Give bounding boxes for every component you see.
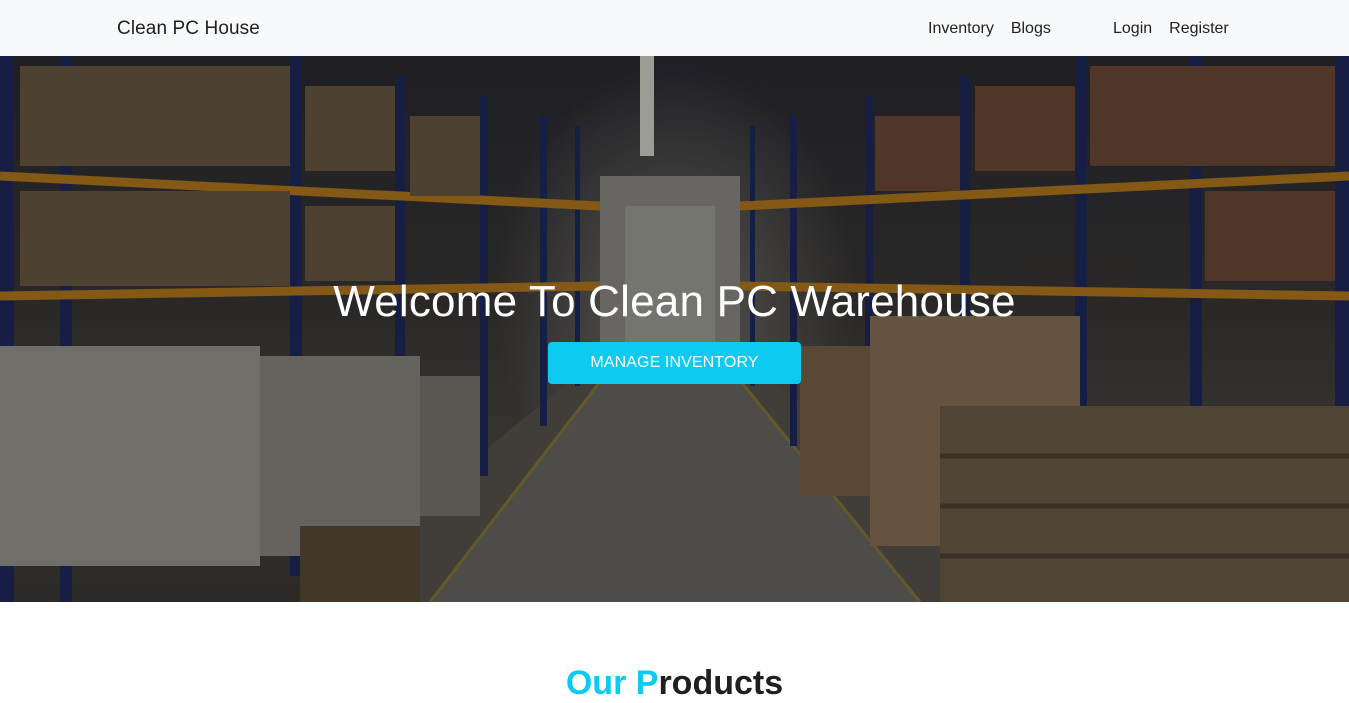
nav-link-blogs[interactable]: Blogs bbox=[1011, 20, 1051, 38]
brand-logo-text[interactable]: Clean PC House bbox=[117, 18, 260, 40]
nav-link-inventory[interactable]: Inventory bbox=[928, 20, 994, 38]
hero-banner: Welcome To Clean PC Warehouse MANAGE INV… bbox=[0, 56, 1349, 602]
products-section-title: Our Products bbox=[0, 664, 1349, 703]
top-navbar: Clean PC House Inventory Blogs Login Reg… bbox=[0, 0, 1349, 56]
nav-links-auth: Login Register bbox=[1113, 20, 1246, 38]
hero-title: Welcome To Clean PC Warehouse bbox=[333, 277, 1016, 326]
manage-inventory-button[interactable]: MANAGE INVENTORY bbox=[548, 342, 801, 384]
nav-links-primary: Inventory Blogs bbox=[928, 20, 1068, 38]
products-title-rest: roducts bbox=[658, 664, 784, 702]
hero-dark-overlay bbox=[0, 56, 1349, 602]
nav-link-login[interactable]: Login bbox=[1113, 20, 1152, 38]
products-title-accent: Our P bbox=[565, 664, 659, 702]
nav-link-register[interactable]: Register bbox=[1169, 20, 1229, 38]
